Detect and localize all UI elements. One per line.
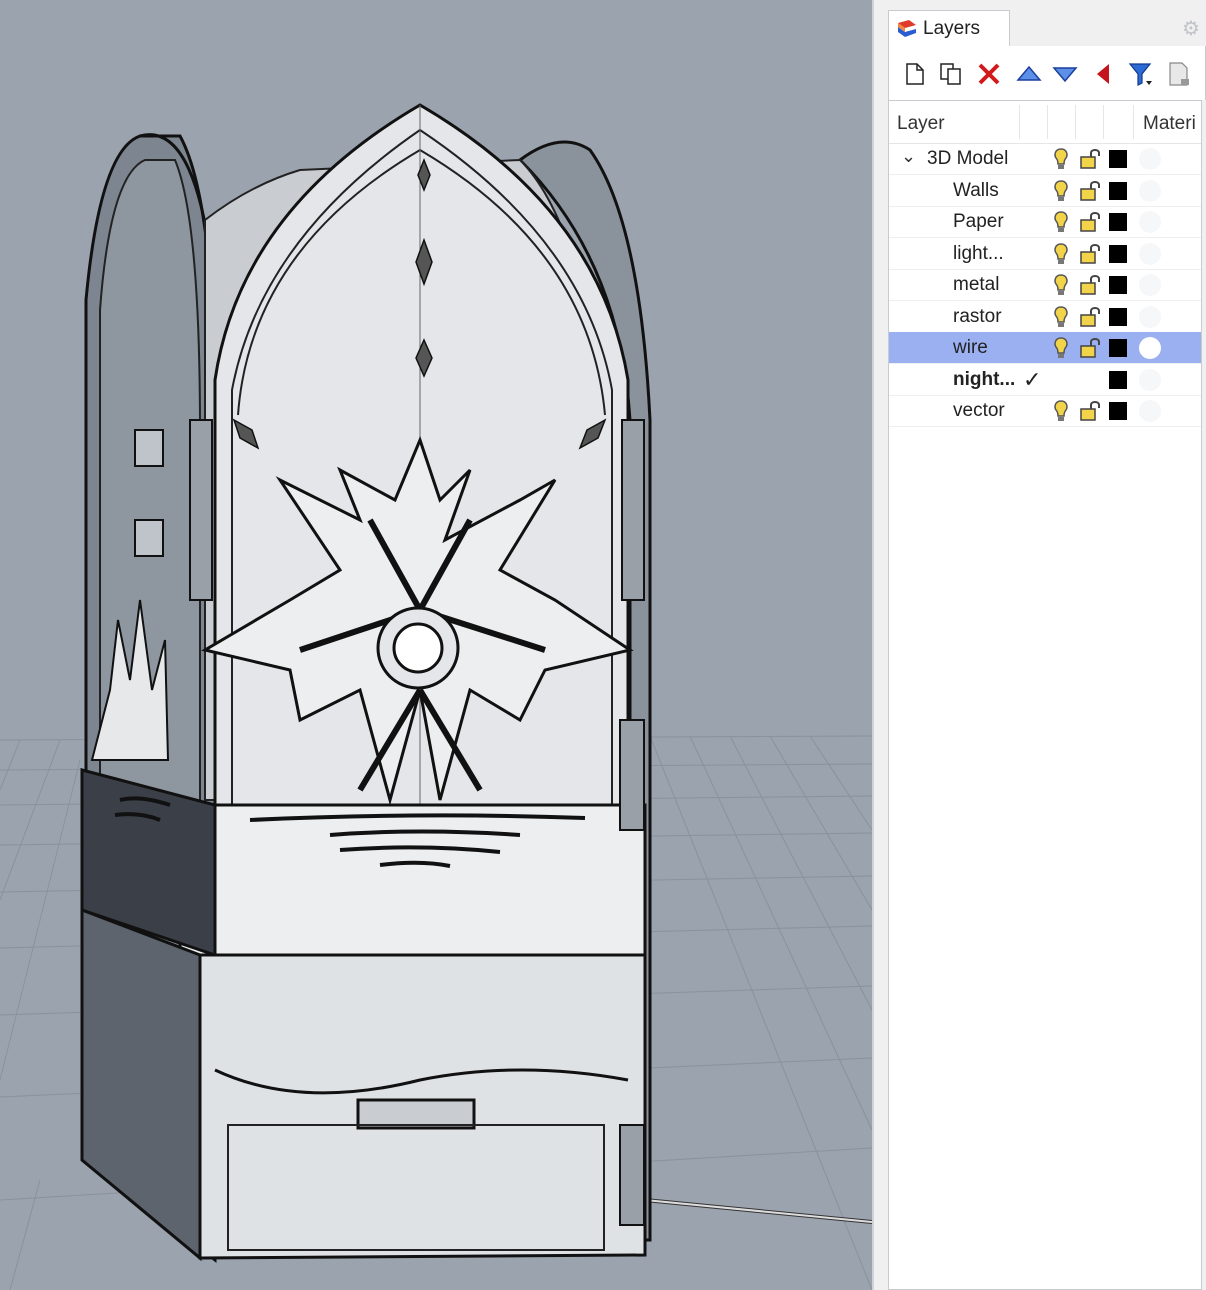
- layer-row[interactable]: ⌄ 3D Model: [889, 143, 1201, 175]
- unlocked-icon[interactable]: [1079, 180, 1101, 202]
- copy-layer-icon: [940, 63, 961, 85]
- visibility-bulb-icon[interactable]: [1051, 399, 1071, 423]
- move-layer-down-button[interactable]: [1051, 60, 1079, 88]
- unlocked-icon[interactable]: [1079, 400, 1101, 422]
- material-swatch[interactable]: [1139, 242, 1161, 265]
- unlocked-icon[interactable]: [1079, 306, 1101, 328]
- tab-layers[interactable]: Layers: [888, 10, 1010, 47]
- visibility-bulb-icon[interactable]: [1051, 336, 1071, 360]
- layers-list[interactable]: Layer Materi ⌄ 3D Model Walls Paper light...…: [888, 100, 1202, 1290]
- material-swatch[interactable]: [1139, 179, 1161, 202]
- layer-color-swatch[interactable]: [1109, 213, 1127, 231]
- visibility-bulb-icon[interactable]: [1051, 147, 1071, 171]
- move-down-icon: [1052, 67, 1078, 83]
- perspective-viewport-canvas: [0, 103, 872, 1290]
- material-swatch[interactable]: [1139, 148, 1161, 170]
- layer-row[interactable]: metal: [889, 269, 1201, 301]
- column-divider[interactable]: [1103, 105, 1104, 139]
- filter-button[interactable]: [1127, 60, 1155, 88]
- copy-layer-button[interactable]: [937, 60, 965, 88]
- properties-icon: [1169, 62, 1189, 86]
- panel-options-gear-icon[interactable]: ⚙: [1180, 18, 1202, 40]
- layer-color-swatch[interactable]: [1109, 402, 1127, 420]
- column-divider[interactable]: [1133, 105, 1134, 139]
- properties-button[interactable]: [1165, 60, 1193, 88]
- delete-layer-button[interactable]: [975, 60, 1003, 88]
- move-to-parent-button[interactable]: [1089, 60, 1117, 88]
- visibility-bulb-icon[interactable]: [1051, 179, 1071, 203]
- layer-color-swatch[interactable]: [1109, 244, 1127, 263]
- visibility-bulb-icon[interactable]: [1051, 210, 1071, 234]
- layer-name[interactable]: light...: [953, 243, 1004, 265]
- layer-row[interactable]: Walls: [889, 175, 1201, 207]
- delete-icon: [978, 63, 1000, 85]
- material-swatch[interactable]: [1139, 368, 1161, 391]
- layer-color-swatch[interactable]: [1109, 307, 1127, 326]
- material-swatch[interactable]: [1139, 274, 1161, 296]
- back-icon: [1097, 64, 1109, 84]
- layers-list-header: Layer Materi: [889, 101, 1201, 144]
- column-divider[interactable]: [1075, 105, 1076, 139]
- layer-row[interactable]: Paper: [889, 206, 1201, 238]
- visibility-bulb-icon[interactable]: [1051, 273, 1071, 297]
- layer-name[interactable]: night...: [953, 369, 1015, 391]
- new-layer-icon: [906, 63, 924, 85]
- visibility-bulb-icon[interactable]: [1051, 242, 1071, 266]
- material-swatch[interactable]: [1139, 211, 1161, 233]
- layers-toolbar: [888, 46, 1206, 100]
- 3d-viewport[interactable]: [0, 0, 872, 1290]
- layer-name[interactable]: Walls: [953, 180, 999, 202]
- layer-row[interactable]: light...: [889, 238, 1201, 270]
- visibility-bulb-icon[interactable]: [1051, 305, 1071, 329]
- current-layer-check-icon[interactable]: ✓: [1023, 367, 1041, 393]
- unlocked-icon[interactable]: [1079, 243, 1101, 265]
- layer-row[interactable]: wire: [889, 332, 1201, 364]
- layer-name[interactable]: Paper: [953, 211, 1004, 233]
- column-divider[interactable]: [1047, 105, 1048, 139]
- move-up-icon: [1016, 65, 1042, 81]
- column-header-material[interactable]: Materi: [1143, 113, 1196, 135]
- column-header-layer[interactable]: Layer: [897, 113, 945, 135]
- unlocked-icon[interactable]: [1079, 211, 1101, 233]
- panel-tabstrip: Layers ⚙: [874, 0, 1206, 47]
- layers-panel: Layers ⚙ Layer Materi ⌄ 3D Model Walls P…: [872, 0, 1206, 1290]
- layer-name[interactable]: 3D Model: [927, 148, 1008, 170]
- layer-name[interactable]: rastor: [953, 306, 1002, 328]
- layer-color-swatch[interactable]: [1109, 370, 1127, 389]
- unlocked-icon[interactable]: [1079, 148, 1101, 170]
- layer-color-swatch[interactable]: [1109, 181, 1127, 200]
- layer-color-swatch[interactable]: [1109, 339, 1127, 357]
- layer-name[interactable]: metal: [953, 274, 999, 296]
- layer-name[interactable]: vector: [953, 400, 1005, 422]
- layer-row[interactable]: vector: [889, 395, 1201, 427]
- tab-layers-label: Layers: [923, 18, 981, 39]
- material-swatch[interactable]: [1139, 305, 1161, 328]
- material-swatch[interactable]: [1139, 337, 1161, 359]
- layers-icon: [898, 20, 916, 37]
- layer-color-swatch[interactable]: [1109, 150, 1127, 168]
- layer-name[interactable]: wire: [953, 337, 988, 359]
- material-swatch[interactable]: [1139, 400, 1161, 422]
- layer-row[interactable]: night... ✓: [889, 364, 1201, 396]
- unlocked-icon[interactable]: [1079, 274, 1101, 296]
- new-layer-button[interactable]: [901, 60, 929, 88]
- layer-color-swatch[interactable]: [1109, 276, 1127, 294]
- filter-icon: [1128, 63, 1152, 86]
- layer-row[interactable]: rastor: [889, 301, 1201, 333]
- column-divider[interactable]: [1019, 105, 1020, 139]
- move-layer-up-button[interactable]: [1015, 60, 1043, 88]
- expand-chevron-icon[interactable]: ⌄: [901, 146, 916, 167]
- unlocked-icon[interactable]: [1079, 337, 1101, 359]
